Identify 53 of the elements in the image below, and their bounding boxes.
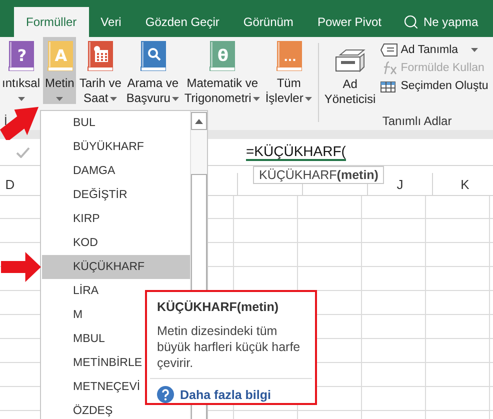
group-label: Tanımlı Adlar	[382, 114, 452, 128]
function-menu-item[interactable]: KOD	[42, 231, 190, 255]
table-icon	[380, 79, 398, 93]
ribbon-tab[interactable]: Gözden Geçir	[133, 7, 232, 37]
tag-icon	[380, 43, 398, 57]
ribbon-tab[interactable]: Görünüm	[231, 7, 306, 37]
column-header[interactable]: K	[460, 176, 470, 192]
book-icon: ?	[8, 41, 34, 71]
name-manager-icon	[334, 49, 366, 73]
function-category-button[interactable]: A Metin	[43, 37, 76, 104]
column-header[interactable]: J	[396, 176, 404, 192]
caret-icon	[471, 48, 478, 52]
function-category-button[interactable]: Tarih ve Saat	[77, 37, 124, 104]
caret-icon	[172, 96, 180, 100]
pointer-arrow-drawing	[1, 252, 41, 282]
pointer-arrow-drawing	[0, 104, 40, 140]
book-icon: ...	[276, 41, 302, 71]
ribbon-tab[interactable]: Formüller	[14, 7, 89, 37]
function-menu-item[interactable]: ÖZDEŞ	[42, 399, 190, 419]
caret-icon	[110, 96, 118, 100]
book-icon: θ	[209, 41, 236, 71]
name-command[interactable]: Ad Tanımla	[380, 43, 488, 57]
function-category-button[interactable]: Arama ve Başvuru	[124, 37, 182, 104]
caret-up-icon	[195, 118, 203, 124]
search-icon	[403, 14, 420, 30]
more-info-link[interactable]: Daha fazla bilgi	[180, 388, 271, 402]
ribbon-tab[interactable]: Power Pivot	[305, 7, 394, 37]
function-menu-item[interactable]: DAMGA	[42, 159, 190, 183]
column-header[interactable]: D	[5, 176, 15, 192]
tooltip-title: KÜÇÜKHARF(metin)	[157, 300, 280, 314]
caret-icon	[305, 96, 312, 100]
function-menu-item[interactable]: DEĞİŞTİR	[42, 183, 190, 207]
formula-field[interactable]: =KÜÇÜKHARF(	[246, 143, 346, 161]
caret-icon	[56, 97, 64, 101]
function-category-button[interactable]: ? ıntıksal	[0, 37, 42, 104]
book-icon: A	[46, 41, 73, 71]
function-menu-item[interactable]: BÜYÜKHARF	[42, 135, 190, 159]
function-category-button[interactable]: ... Tüm İşlevler	[263, 37, 314, 104]
caret-icon	[253, 96, 260, 100]
function-hint: KÜÇÜKHARF(metin)	[253, 166, 384, 184]
ribbon-tab[interactable]: Veri	[88, 7, 134, 37]
scroll-up-button[interactable]	[191, 112, 207, 130]
check-icon[interactable]	[16, 146, 30, 158]
tell-me-field[interactable]: Ne yapma	[423, 15, 478, 29]
caret-icon	[18, 97, 24, 101]
function-menu-item[interactable]: BUL	[42, 111, 190, 135]
group-label: İ	[4, 114, 8, 128]
function-menu-item[interactable]: KÜÇÜKHARF	[42, 255, 190, 279]
name-manager-button[interactable]: Ad Yöneticisi	[322, 37, 378, 112]
tooltip-description: Metin dizesindeki tüm büyük harfleri küçük harfe çevirir.	[157, 323, 302, 371]
function-category-button[interactable]: θ Matematik ve Trigonometri	[182, 37, 262, 104]
function-menu-item[interactable]: KIRP	[42, 207, 190, 231]
name-command[interactable]: Seçimden Oluştu	[380, 79, 488, 93]
